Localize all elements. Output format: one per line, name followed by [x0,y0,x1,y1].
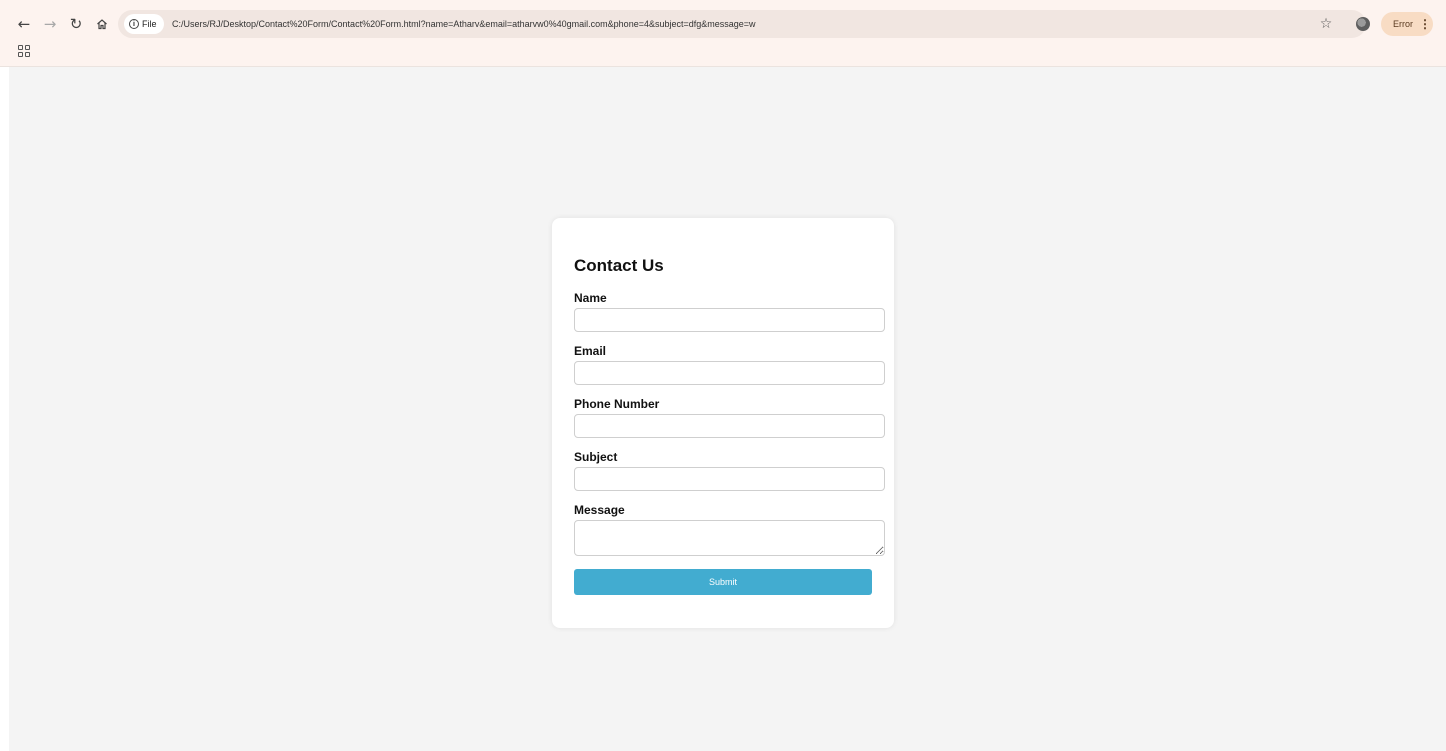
home-icon [97,19,107,30]
name-input[interactable] [574,308,885,332]
extension-icon[interactable] [1356,17,1370,31]
contact-form-card: Contact Us Name Email Phone Number Subje… [552,218,894,628]
url-text[interactable]: C:/Users/RJ/Desktop/Contact%20Form/Conta… [172,10,756,38]
site-info-chip[interactable]: i File [124,14,164,34]
submit-button[interactable]: Submit [574,569,872,595]
message-label: Message [574,503,625,517]
subject-input[interactable] [574,467,885,491]
browser-chrome: ← → ↻ i File C:/Users/RJ/Desktop/Contact… [0,0,1446,67]
apps-grid-icon[interactable] [18,45,30,57]
reload-icon: ↻ [69,15,83,33]
address-bar[interactable]: i File C:/Users/RJ/Desktop/Contact%20For… [118,10,1366,38]
name-label: Name [574,291,607,305]
message-textarea[interactable] [574,520,885,556]
menu-dots-icon: ⋮ [1419,17,1431,31]
site-chip-label: File [142,19,157,29]
error-profile-button[interactable]: Error ⋮ [1381,12,1433,36]
home-button[interactable] [90,12,114,36]
email-label: Email [574,344,607,358]
forward-button[interactable]: → [38,12,62,36]
reload-button[interactable]: ↻ [64,12,88,36]
arrow-left-icon: ← [17,15,31,33]
browser-toolbar: ← → ↻ i File C:/Users/RJ/Desktop/Contact… [0,8,1446,40]
email-input[interactable] [574,361,885,385]
subject-label: Subject [574,450,618,464]
page-edge [0,67,9,751]
phone-input[interactable] [574,414,885,438]
bookmark-star-icon[interactable]: ☆ [1318,16,1334,32]
phone-label: Phone Number [574,397,660,411]
form-title: Contact Us [574,256,664,275]
back-button[interactable]: ← [12,12,36,36]
error-label: Error [1393,19,1413,29]
arrow-right-icon: → [43,15,57,33]
info-icon: i [129,19,139,29]
